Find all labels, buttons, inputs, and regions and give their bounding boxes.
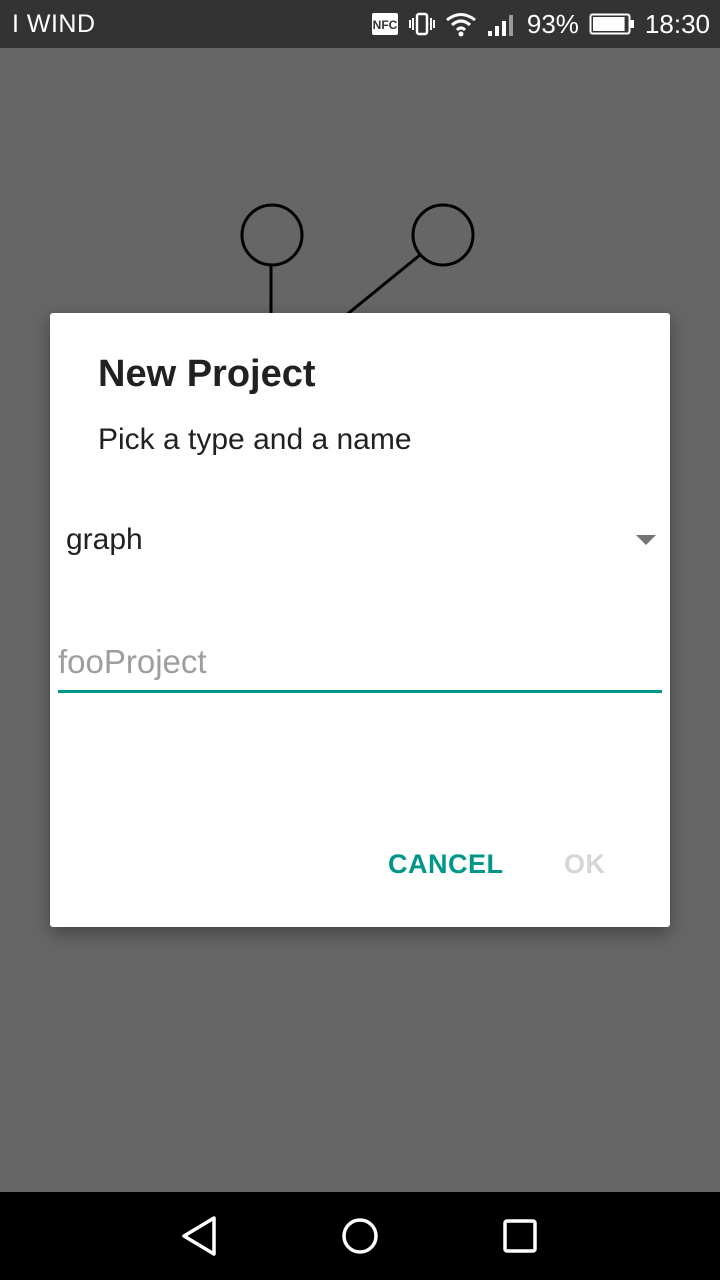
status-bar: I WIND NFC 93% 18:30 [0,0,720,48]
graph-illustration [240,203,475,318]
project-type-spinner[interactable]: graph [50,503,670,577]
vibrate-icon [408,11,435,37]
dropdown-arrow-icon [636,535,656,545]
project-name-input[interactable] [58,639,662,693]
nfc-icon: NFC [371,11,399,37]
wifi-icon [445,11,477,37]
cancel-button[interactable]: CANCEL [372,841,520,888]
signal-icon [487,11,517,37]
ok-button[interactable]: OK [548,841,622,888]
clock: 18:30 [644,8,710,39]
square-recents-icon [503,1219,537,1253]
navigation-bar [0,1192,720,1280]
status-icons: NFC 93% 18:30 [371,9,710,40]
dialog-title: New Project [98,353,316,395]
home-button[interactable] [340,1214,380,1263]
recents-button[interactable] [500,1214,540,1263]
new-project-dialog: New Project Pick a type and a name graph… [50,313,670,927]
battery-icon [589,12,635,36]
battery-percent: 93% [526,8,579,39]
graph-node [411,203,475,267]
project-type-value: graph [66,523,143,556]
battery-fill [592,17,625,31]
carrier-name: I WIND [12,9,96,38]
graph-node [240,203,304,267]
circle-home-icon [342,1218,378,1254]
graph-edge [344,253,421,318]
back-button[interactable] [180,1214,220,1263]
dialog-message: Pick a type and a name [98,423,412,456]
triangle-back-icon [182,1216,216,1256]
nfc-icon-label: NFC [373,18,398,32]
